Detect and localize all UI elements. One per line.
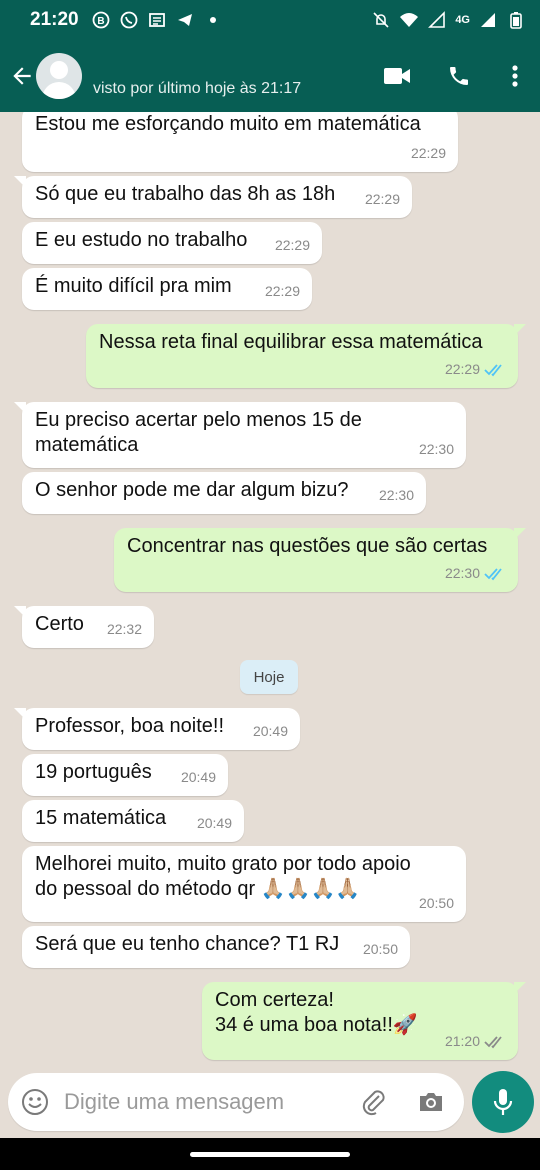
message-text: É muito difícil pra mim (35, 275, 232, 297)
b-badge-icon: B (91, 10, 111, 30)
voice-message-button[interactable] (472, 1071, 534, 1133)
paperclip-icon (362, 1090, 385, 1116)
message-text: O senhor pode me dar algum bizu? (35, 479, 349, 501)
avatar[interactable] (36, 53, 82, 99)
message-time: 20:49 (252, 723, 288, 739)
message-time: 20:50 (418, 895, 454, 911)
whatsapp-icon (119, 10, 139, 30)
message-text: Melhorei muito, muito grato por todo apo… (35, 853, 411, 900)
wifi-icon (399, 10, 419, 30)
message-bubble[interactable]: Nessa reta final equilibrar essa matemát… (86, 324, 526, 388)
avatar-body (42, 82, 76, 99)
more-options-button[interactable] (490, 40, 540, 112)
home-gesture-bar[interactable] (190, 1152, 350, 1157)
status-time: 21:20 (30, 9, 79, 30)
attach-button[interactable] (352, 1081, 394, 1123)
message-text: Professor, boa noite!! (35, 715, 225, 737)
message-time: 22:29 (264, 283, 300, 299)
camera-button[interactable] (410, 1081, 452, 1123)
camera-icon (420, 1093, 442, 1111)
double-check-read-icon (484, 567, 506, 581)
message-time: 22:29 (364, 191, 400, 207)
voice-call-button[interactable] (428, 40, 490, 112)
status-bar: 21:20 B 4G (0, 0, 540, 40)
message-time: 22:30 (378, 487, 414, 503)
video-camera-icon (384, 68, 410, 84)
message-bubble[interactable]: Melhorei muito, muito grato por todo apo… (22, 846, 466, 922)
mute-icon (371, 10, 391, 30)
video-call-button[interactable] (366, 40, 428, 112)
battery-icon (506, 10, 526, 30)
message-time: 22:29 (274, 237, 310, 253)
message-text: Concentrar nas questões que são certas (127, 535, 488, 557)
message-text: E eu estudo no trabalho (35, 229, 248, 251)
notification-icons: B (91, 10, 223, 30)
signal-icon (478, 10, 498, 30)
message-text: Nessa reta final equilibrar essa matemát… (99, 331, 483, 353)
emoji-button[interactable] (14, 1081, 56, 1123)
arrow-left-icon (13, 67, 31, 85)
message-time: 22:32 (106, 621, 142, 637)
message-bubble[interactable]: É muito difícil pra mim 22:29 (22, 268, 312, 310)
message-bubble[interactable]: E eu estudo no trabalho 22:29 (22, 222, 322, 264)
dot-icon (203, 10, 223, 30)
message-time: 22:30 (444, 565, 480, 581)
message-time: 22:29 (444, 361, 480, 377)
emoji-icon (22, 1089, 48, 1115)
more-vertical-icon (512, 65, 518, 87)
message-time: 20:50 (362, 941, 398, 957)
back-button[interactable] (4, 40, 40, 112)
message-text: Eu preciso acertar pelo menos 15 de mate… (35, 409, 362, 456)
network-type: 4G (455, 14, 470, 26)
message-text: Estou me esforçando muito em matemática (35, 113, 421, 135)
message-bubble[interactable]: 15 matemática 20:49 (22, 800, 244, 842)
last-seen-status[interactable]: visto por último hoje às 21:17 (93, 80, 301, 98)
composer-bar (0, 1062, 540, 1138)
message-time: 20:49 (180, 769, 216, 785)
double-check-read-icon (484, 363, 506, 377)
double-check-delivered-icon (484, 1035, 506, 1049)
chat-area[interactable]: Estou me esforçando muito em matemática … (0, 112, 540, 1062)
system-icons: 4G (371, 10, 526, 30)
message-bubble[interactable]: 19 português 20:49 (22, 754, 228, 796)
news-icon (147, 10, 167, 30)
message-bubble[interactable]: Será que eu tenho chance? T1 RJ 20:50 (22, 926, 410, 968)
svg-text:B: B (97, 16, 104, 27)
message-time: 20:49 (196, 815, 232, 831)
message-text: Só que eu trabalho das 8h as 18h (35, 183, 336, 205)
message-bubble[interactable]: O senhor pode me dar algum bizu? 22:30 (22, 472, 426, 514)
phone-icon (450, 67, 468, 85)
date-divider: Hoje (240, 660, 298, 694)
message-time: 22:29 (410, 145, 446, 161)
message-bubble[interactable]: Professor, boa noite!! 20:49 (14, 708, 300, 750)
microphone-icon (493, 1089, 513, 1115)
message-input[interactable] (64, 1089, 352, 1115)
system-nav-bar (0, 1138, 540, 1170)
message-bubble[interactable]: Estou me esforçando muito em matemática … (22, 112, 458, 172)
telegram-icon (175, 10, 195, 30)
avatar-head (50, 61, 68, 79)
header-actions (366, 40, 540, 112)
message-time: 22:30 (418, 441, 454, 457)
signal-icon (427, 10, 447, 30)
message-bubble[interactable]: Concentrar nas questões que são certas 2… (114, 528, 526, 592)
message-bubble[interactable]: Com certeza! 34 é uma boa nota!!🚀 21:20 (202, 982, 526, 1060)
message-text: Será que eu tenho chance? T1 RJ (35, 933, 340, 955)
message-bubble[interactable]: Certo 22:32 (14, 606, 154, 648)
chat-header: visto por último hoje às 21:17 (0, 40, 540, 112)
message-bubble[interactable]: Só que eu trabalho das 8h as 18h 22:29 (14, 176, 412, 218)
message-time: 21:20 (444, 1033, 480, 1049)
message-input-box[interactable] (8, 1073, 464, 1131)
message-bubble[interactable]: Eu preciso acertar pelo menos 15 de mate… (14, 402, 466, 468)
